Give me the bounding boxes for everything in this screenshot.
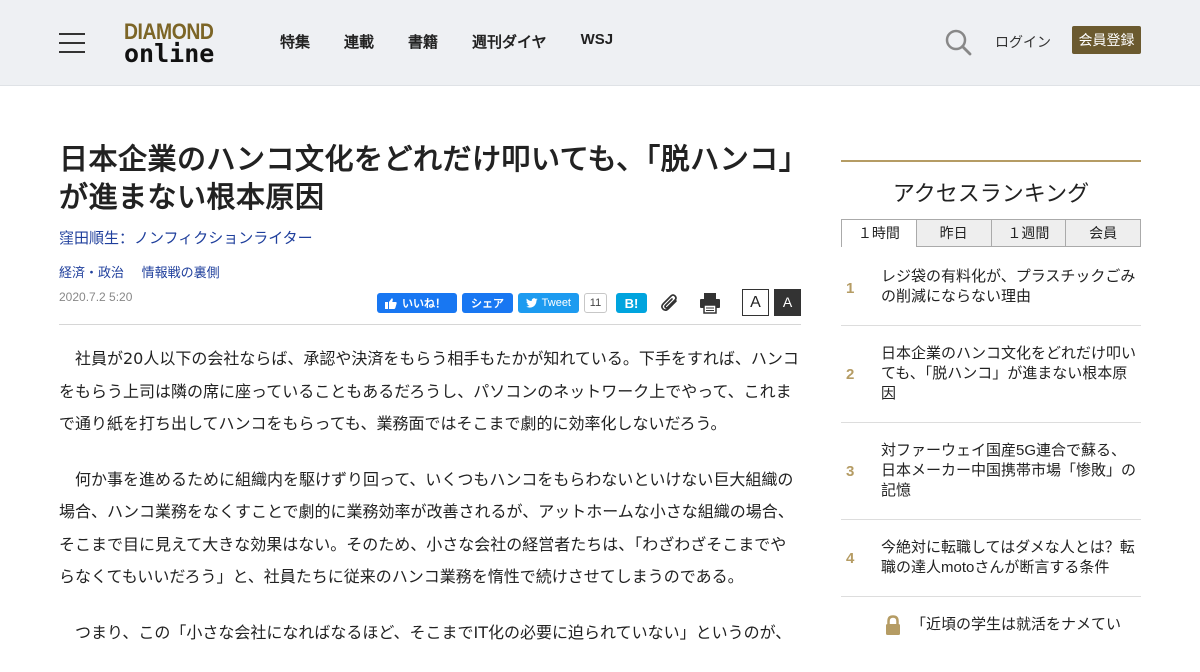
tweet-label: Tweet <box>541 297 571 309</box>
site-logo[interactable]: DIAMOND online <box>124 19 228 68</box>
logo-bottom-text: online <box>124 39 215 68</box>
thumbs-up-icon <box>385 297 397 309</box>
rank-title: 日本企業のハンコ文化をどれだけ叩いても、「脱ハンコ」が進まない根本原因 <box>881 345 1137 402</box>
menu-icon[interactable] <box>59 31 85 53</box>
rank-title: レジ袋の有料化が、プラスチックごみの削減にならない理由 <box>881 268 1136 305</box>
facebook-like-label: いいね！ <box>402 298 446 310</box>
twitter-bird-icon <box>526 298 538 308</box>
article-body: 社員が20人以下の会社ならば、承認や決済をもらう相手もたかが知れている。下手をす… <box>59 343 801 672</box>
paragraph: 何か事を進めるために組織内を駆けずり回って、いくつもハンコをもらわないといけない… <box>59 469 794 587</box>
sidebar-divider <box>841 160 1141 162</box>
login-link[interactable]: ログイン <box>995 32 1051 52</box>
share-bar: いいね！ シェア Tweet 11 B! <box>377 293 652 313</box>
rank-number: 4 <box>846 550 855 567</box>
site-header: DIAMOND online 特集 連載 書籍 週刊ダイヤ WSJ ログイン 会… <box>0 0 1200 86</box>
rank-number: 2 <box>846 366 855 383</box>
rank-title: 対ファーウェイ国産5G連合で蘇る、日本メーカー中国携帯市場「惨敗」の記憶 <box>881 442 1137 499</box>
nav-item-series[interactable]: 連載 <box>344 31 374 52</box>
rank-number: 1 <box>846 280 855 297</box>
rank-number: 3 <box>846 463 855 480</box>
facebook-share-label: シェア <box>471 298 504 310</box>
font-size-large-button[interactable]: A <box>774 289 801 316</box>
ranking-list: 1 レジ袋の有料化が、プラスチックごみの削減にならない理由 2 日本企業のハンコ… <box>841 247 1141 637</box>
ranking-item[interactable]: 1 レジ袋の有料化が、プラスチックごみの削減にならない理由 <box>841 247 1141 326</box>
publish-date: 2020.7.2 5:20 <box>59 290 133 304</box>
rank-title: 「近頃の学生は就活をナメてい <box>911 616 1122 633</box>
nav-item-features[interactable]: 特集 <box>280 31 310 52</box>
tweet-button[interactable]: Tweet <box>518 293 579 313</box>
paperclip-icon[interactable] <box>659 292 681 314</box>
search-icon[interactable] <box>944 28 972 56</box>
tab-1-week[interactable]: １週間 <box>991 219 1067 247</box>
ranking-item[interactable]: 3 対ファーウェイ国産5G連合で蘇る、日本メーカー中国携帯市場「惨敗」の記憶 <box>841 423 1141 520</box>
ranking-item[interactable]: 5 「近頃の学生は就活をナメてい <box>841 597 1141 637</box>
paragraph: 社員が20人以下の会社ならば、承認や決済をもらう相手もたかが知れている。下手をす… <box>59 349 799 433</box>
ranking-item[interactable]: 4 今絶対に転職してはダメな人とは？転職の達人motoさんが断言する条件 <box>841 520 1141 597</box>
hatena-bookmark-button[interactable]: B! <box>616 293 647 313</box>
tab-1-hour[interactable]: １時間 <box>841 219 917 247</box>
lock-icon <box>886 615 900 635</box>
print-icon[interactable] <box>699 292 721 314</box>
rank-title: 今絶対に転職してはダメな人とは？転職の達人motoさんが断言する条件 <box>881 539 1135 576</box>
tag-series[interactable]: 情報戦の裏側 <box>142 265 220 280</box>
tag-economy-politics[interactable]: 経済・政治 <box>59 265 124 280</box>
font-size-small-button[interactable]: A <box>742 289 769 316</box>
nav-item-weekly-diamond[interactable]: 週刊ダイヤ <box>472 31 547 52</box>
ranking-item[interactable]: 2 日本企業のハンコ文化をどれだけ叩いても、「脱ハンコ」が進まない根本原因 <box>841 326 1141 423</box>
ranking-tabs: １時間 昨日 １週間 会員 <box>841 219 1141 247</box>
article-tags: 経済・政治 情報戦の裏側 <box>59 262 234 281</box>
tab-yesterday[interactable]: 昨日 <box>916 219 992 247</box>
facebook-share-button[interactable]: シェア <box>462 293 513 313</box>
register-button[interactable]: 会員登録 <box>1072 26 1141 54</box>
facebook-like-button[interactable]: いいね！ <box>377 293 457 313</box>
author-link[interactable]: 窪田順生：ノンフィクションライター <box>59 227 313 248</box>
article-title: 日本企業のハンコ文化をどれだけ叩いても、「脱ハンコ」が進まない根本原因 <box>59 142 794 214</box>
ranking-title: アクセスランキング <box>892 181 1090 206</box>
nav-item-wsj[interactable]: WSJ <box>581 31 614 52</box>
main-nav: 特集 連載 書籍 週刊ダイヤ WSJ <box>280 31 647 52</box>
divider <box>59 324 801 325</box>
tab-members[interactable]: 会員 <box>1066 219 1141 247</box>
paragraph: つまり、この「小さな会社になればなるほど、そこまでIT化の必要に迫られていない」… <box>75 622 792 642</box>
tweet-count: 11 <box>584 293 607 313</box>
nav-item-books[interactable]: 書籍 <box>408 31 438 52</box>
